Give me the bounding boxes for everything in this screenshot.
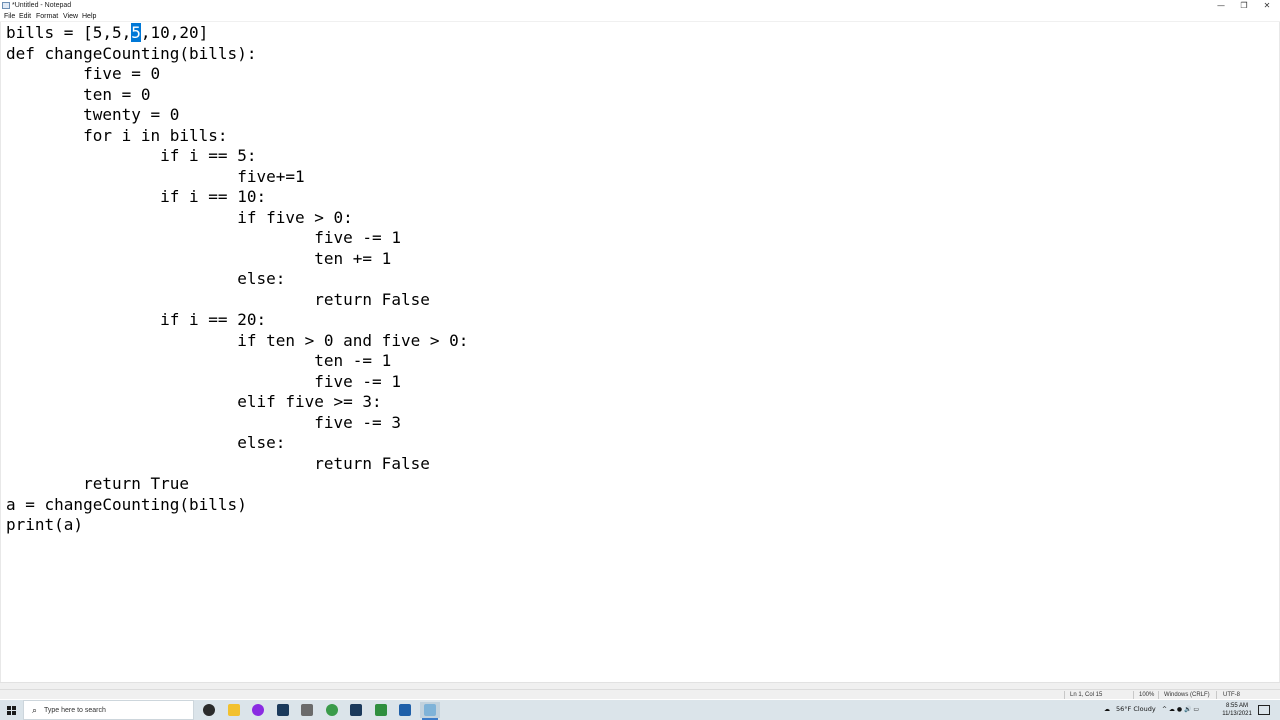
taskbar-app-chrome[interactable] bbox=[322, 702, 342, 718]
taskbar-app-spreadsheet[interactable] bbox=[371, 702, 391, 718]
close-button[interactable]: ✕ bbox=[1256, 0, 1278, 11]
encoding: UTF-8 bbox=[1223, 692, 1240, 698]
spreadsheet-icon bbox=[374, 704, 387, 716]
taskbar-search-box[interactable]: ⌕ Type here to search bbox=[23, 700, 194, 720]
code-line: return False bbox=[6, 289, 430, 309]
menu-bar: File Edit Format View Help bbox=[0, 11, 1280, 22]
code-line: five = 0 bbox=[6, 64, 161, 83]
status-divider bbox=[1158, 691, 1159, 699]
code-line: ten = 0 bbox=[6, 84, 151, 104]
windows-logo-icon bbox=[7, 711, 11, 715]
taskbar-clock[interactable]: 8:55 AM 11/13/2021 bbox=[1222, 702, 1252, 718]
steam-icon bbox=[276, 704, 289, 716]
code-line: ten += 1 bbox=[6, 248, 392, 268]
code-line: for i in bills: bbox=[6, 125, 228, 145]
menu-edit[interactable]: Edit bbox=[19, 11, 31, 22]
taskbar-app-game-controller[interactable] bbox=[297, 702, 317, 718]
code-line: five -= 1 bbox=[6, 228, 401, 247]
taskbar-app-steam[interactable] bbox=[273, 702, 293, 718]
clock-date: 11/13/2021 bbox=[1222, 711, 1252, 717]
windows-logo-icon bbox=[12, 706, 16, 710]
line-ending: Windows (CRLF) bbox=[1164, 692, 1210, 698]
code-line: ten -= 1 bbox=[6, 351, 392, 370]
cortana-icon bbox=[252, 704, 264, 716]
clock-time: 8:55 AM bbox=[1225, 703, 1248, 709]
taskbar: ⌕ Type here to search ☁ 56°F Cloudy ^ ☁ … bbox=[0, 700, 1280, 720]
zoom-level: 100% bbox=[1139, 692, 1155, 698]
status-divider bbox=[1133, 691, 1134, 699]
taskbar-app-davinci-resolve[interactable] bbox=[199, 702, 219, 718]
code-line: return True bbox=[6, 474, 190, 493]
weather-icon[interactable]: ☁ bbox=[1104, 704, 1110, 715]
menu-view[interactable]: View bbox=[63, 11, 78, 22]
system-tray-icons[interactable]: ^ ☁ ● 🔊 ▭ bbox=[1162, 704, 1199, 715]
search-placeholder: Type here to search bbox=[44, 707, 106, 714]
weather-widget[interactable]: 56°F Cloudy bbox=[1116, 704, 1156, 715]
menu-format[interactable]: Format bbox=[36, 11, 58, 22]
status-divider bbox=[1216, 691, 1217, 699]
code-line: if ten > 0 and five > 0: bbox=[6, 330, 469, 350]
code-line: bills = [5,5,5,10,20] bbox=[6, 23, 209, 42]
code-line: if i == 20: bbox=[6, 310, 267, 329]
code-line: return False bbox=[6, 453, 430, 473]
taskbar-app-cortana[interactable] bbox=[248, 702, 268, 718]
code-line: print(a) bbox=[6, 515, 84, 534]
title-bar: *Untitled - Notepad — ❐ ✕ bbox=[0, 0, 1280, 11]
davinci-resolve-icon bbox=[203, 704, 215, 716]
cursor-position: Ln 1, Col 15 bbox=[1070, 692, 1103, 698]
code-line: a = changeCounting(bills) bbox=[6, 494, 247, 514]
status-divider bbox=[1064, 691, 1065, 699]
text-editor[interactable]: bills = [5,5,5,10,20] def changeCounting(… bbox=[0, 22, 1280, 682]
taskbar-app-powershell[interactable] bbox=[395, 702, 415, 718]
windows-logo-icon bbox=[7, 706, 11, 710]
code-line: twenty = 0 bbox=[6, 105, 180, 124]
status-bar: Ln 1, Col 15 100% Windows (CRLF) UTF-8 bbox=[0, 689, 1280, 699]
code-line: if i == 5: bbox=[6, 146, 257, 165]
code-line: else: bbox=[6, 269, 286, 288]
horizontal-scrollbar[interactable] bbox=[0, 682, 1280, 689]
code-line: if i == 10: bbox=[6, 187, 267, 206]
code-line: five -= 1 bbox=[6, 371, 401, 391]
start-button[interactable] bbox=[0, 700, 22, 720]
chrome-icon bbox=[325, 704, 338, 716]
taskbar-app-notepad[interactable] bbox=[419, 702, 440, 720]
editor-text[interactable]: bills = [5,5,5,10,20] def changeCounting(… bbox=[6, 23, 468, 536]
window-title: *Untitled - Notepad bbox=[12, 2, 72, 9]
code-line: five+=1 bbox=[6, 166, 305, 186]
windows-logo-icon bbox=[12, 711, 16, 715]
notepad-icon bbox=[423, 704, 436, 716]
code-line: def changeCounting(bills): bbox=[6, 43, 257, 63]
menu-file[interactable]: File bbox=[4, 11, 15, 22]
notepad-app-icon bbox=[2, 2, 10, 9]
code-line: if five > 0: bbox=[6, 207, 353, 227]
taskbar-app-file-explorer[interactable] bbox=[224, 702, 244, 718]
taskbar-app-steam-2[interactable] bbox=[346, 702, 366, 718]
selected-text: 5 bbox=[131, 23, 141, 42]
code-line: five -= 3 bbox=[6, 412, 401, 432]
file-explorer-icon bbox=[227, 704, 240, 716]
notification-icon[interactable] bbox=[1258, 705, 1270, 715]
steam-icon-2 bbox=[350, 704, 362, 716]
code-line: else: bbox=[6, 433, 286, 452]
code-line: elif five >= 3: bbox=[6, 392, 382, 411]
game-controller-icon bbox=[301, 704, 313, 716]
powershell-icon bbox=[399, 704, 411, 716]
minimize-button[interactable]: — bbox=[1210, 0, 1232, 11]
search-icon: ⌕ bbox=[32, 705, 38, 715]
restore-button[interactable]: ❐ bbox=[1233, 0, 1255, 11]
menu-help[interactable]: Help bbox=[82, 11, 96, 22]
